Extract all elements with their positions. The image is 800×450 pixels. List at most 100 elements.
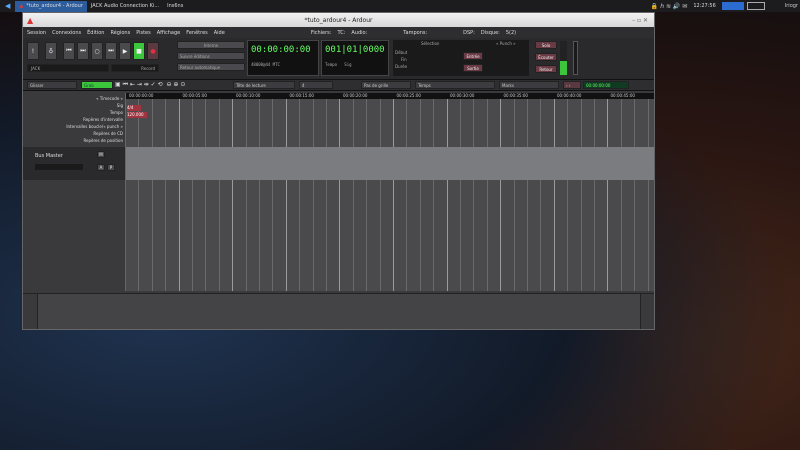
goto-end-button[interactable]: ⏭ bbox=[77, 42, 89, 60]
task-ardour[interactable]: ▲ *tuto_ardour4 - Ardour bbox=[15, 0, 87, 12]
feedback-button[interactable]: Retour bbox=[535, 65, 557, 73]
ruler-timecode[interactable]: « Timecode » bbox=[96, 96, 123, 101]
status-fichiers: Fichiers: bbox=[310, 29, 332, 36]
panic-button[interactable]: ! bbox=[27, 42, 39, 60]
menu-icon[interactable]: ◀ bbox=[0, 2, 15, 10]
grid-line bbox=[486, 93, 488, 291]
zoom-value-select[interactable]: 4 bbox=[299, 81, 333, 89]
grid-line bbox=[433, 93, 435, 291]
tempo-marker[interactable]: 120.000 bbox=[127, 112, 147, 118]
status-dsp: DSP: bbox=[463, 29, 475, 36]
ruler-cd-markers[interactable]: Repères de CD bbox=[93, 131, 123, 136]
snap-mode-select[interactable]: Pas de grille bbox=[361, 81, 411, 89]
timecode-tick-label: 00:00:20:00 bbox=[343, 93, 368, 98]
grid-select[interactable]: Temps bbox=[415, 81, 495, 89]
task-jack[interactable]: JACK Audio Connection Ki... bbox=[87, 1, 163, 12]
gain-fader[interactable] bbox=[35, 164, 83, 170]
master-bus-header[interactable]: Bus Master M A P bbox=[23, 147, 125, 180]
grid-line bbox=[580, 93, 582, 291]
ruler-location-markers[interactable]: Repères de position bbox=[83, 138, 123, 143]
menu-fenetres[interactable]: Fenêtres bbox=[186, 30, 208, 36]
play-button[interactable]: ▶ bbox=[119, 42, 131, 60]
automation-button[interactable]: A bbox=[97, 164, 105, 171]
record-button[interactable]: ● bbox=[147, 42, 159, 60]
summary-area[interactable] bbox=[37, 294, 641, 329]
ruler-loop-punch[interactable]: Intervalles boucle/« punch » bbox=[66, 124, 123, 129]
playlist-button[interactable]: P bbox=[107, 164, 115, 171]
edit-mode-select[interactable]: Glisser bbox=[27, 81, 77, 89]
menu-affichage[interactable]: Affichage bbox=[157, 30, 181, 36]
menu-edition[interactable]: Édition bbox=[87, 30, 104, 36]
menu-session[interactable]: Session bbox=[27, 30, 46, 36]
punch-out-button[interactable]: Sortie bbox=[463, 64, 483, 72]
primary-clock-value: 00:00:00:00 bbox=[251, 45, 311, 55]
punch-in-button[interactable]: Entrée bbox=[463, 52, 483, 60]
loop-button[interactable]: ○ bbox=[91, 42, 103, 60]
play-range-button[interactable]: ⏭ bbox=[105, 42, 117, 60]
workspace-2[interactable] bbox=[746, 2, 765, 10]
track-name[interactable]: Bus Master bbox=[35, 153, 63, 159]
volume-slider[interactable] bbox=[573, 41, 578, 75]
menu-regions[interactable]: Régions bbox=[110, 30, 130, 36]
tray-icons[interactable]: 🔒 ℎ ≋ 🔊 ✉ bbox=[651, 3, 687, 10]
goto-start-button[interactable]: ⏮ bbox=[63, 42, 75, 60]
auto-return-toggle[interactable]: Retour automatique bbox=[177, 63, 245, 71]
timecode-tick-label: 00:00:35:00 bbox=[503, 93, 528, 98]
grid-line bbox=[473, 93, 475, 291]
selection-label: Sélection bbox=[421, 41, 440, 46]
grid-line bbox=[540, 93, 542, 291]
window-controls[interactable]: – ▫ ✕ bbox=[632, 17, 648, 24]
secondary-clock[interactable]: 001|01|0000 Tempo Sig bbox=[321, 40, 389, 76]
grid-line bbox=[218, 93, 220, 291]
solo-button[interactable]: Solo bbox=[535, 41, 557, 49]
master-bus-lane[interactable] bbox=[125, 147, 654, 180]
audition-button[interactable]: Écouter bbox=[535, 53, 557, 61]
grab-tool[interactable]: Grab bbox=[81, 81, 113, 89]
metronome-button[interactable]: ♁ bbox=[45, 42, 57, 60]
grid-line bbox=[527, 93, 528, 291]
menu-aide[interactable]: Aide bbox=[214, 30, 225, 36]
playhead[interactable] bbox=[125, 93, 126, 291]
primary-clock[interactable]: 00:00:00:00 48000@44 MTC bbox=[247, 40, 319, 76]
grid-line bbox=[165, 93, 167, 291]
tool-icons[interactable]: ▣ ⏮ ⇤ ⇥ ⇹ ✓ ⟲ ⊖ ⊕ ⊙ bbox=[115, 81, 185, 89]
transport-toolbar: ! ♁ ⏮ ⏭ ○ ⏭ ▶ ■ ● JACK Record Interne Su… bbox=[23, 38, 654, 80]
stop-button[interactable]: ■ bbox=[133, 42, 145, 60]
follow-edits-toggle[interactable]: Suivre éditions bbox=[177, 52, 245, 60]
status-tc: TC: bbox=[337, 29, 346, 36]
grid-line bbox=[393, 93, 394, 291]
task-ins[interactable]: Ins6ns bbox=[163, 1, 187, 12]
grid-line bbox=[245, 93, 247, 291]
grid-line bbox=[634, 93, 636, 291]
user-name[interactable]: Iriogr bbox=[785, 3, 798, 9]
ruler-sig[interactable]: Sig bbox=[117, 103, 123, 108]
record-mode[interactable]: Record bbox=[111, 64, 159, 72]
ardour-window: ▲ *tuto_ardour4 - Ardour – ▫ ✕ Session C… bbox=[22, 12, 655, 330]
editor-canvas[interactable] bbox=[125, 93, 654, 291]
ruler-tempo[interactable]: Tempo bbox=[110, 110, 123, 115]
sync-mode-button[interactable]: Interne bbox=[177, 41, 245, 49]
ruler-labels-panel: « Timecode » Sig Tempo Repères d'interva… bbox=[23, 93, 125, 291]
sig-marker[interactable]: 4/4 bbox=[127, 105, 141, 111]
nudge-clock[interactable]: 00:00:00:00 bbox=[583, 81, 629, 89]
timecode-ruler[interactable]: 00:00:00:00 00:00:05:00 00:00:10:00 00:00:1… bbox=[125, 93, 654, 99]
menu-pistes[interactable]: Pistes bbox=[136, 30, 151, 36]
title-bar[interactable]: ▲ *tuto_ardour4 - Ardour – ▫ ✕ bbox=[23, 13, 654, 27]
ruler-range-markers[interactable]: Repères d'intervalle bbox=[83, 117, 123, 122]
workspace-switcher[interactable] bbox=[721, 2, 744, 10]
ardour-logo-icon: ▲ bbox=[27, 15, 34, 25]
clock[interactable]: 12:27:56 bbox=[693, 3, 715, 9]
grid-line bbox=[259, 93, 260, 291]
jack-field[interactable]: JACK bbox=[27, 64, 109, 72]
status-disque: Disque: bbox=[480, 29, 500, 36]
mute-button[interactable]: M bbox=[97, 151, 105, 158]
punch-label: « Punch » bbox=[496, 41, 516, 46]
grid-line bbox=[460, 93, 461, 291]
grid-line bbox=[513, 93, 515, 291]
zoom-focus-select[interactable]: Tête de lecture bbox=[233, 81, 295, 89]
timecode-tick-label: 00:00:10:00 bbox=[236, 93, 261, 98]
menu-connexions[interactable]: Connexions bbox=[52, 30, 81, 36]
markers-select[interactable]: Marks bbox=[499, 81, 559, 89]
secondary-clock-value: 001|01|0000 bbox=[325, 45, 385, 55]
nudge-buttons[interactable]: ‹ › bbox=[563, 81, 581, 89]
